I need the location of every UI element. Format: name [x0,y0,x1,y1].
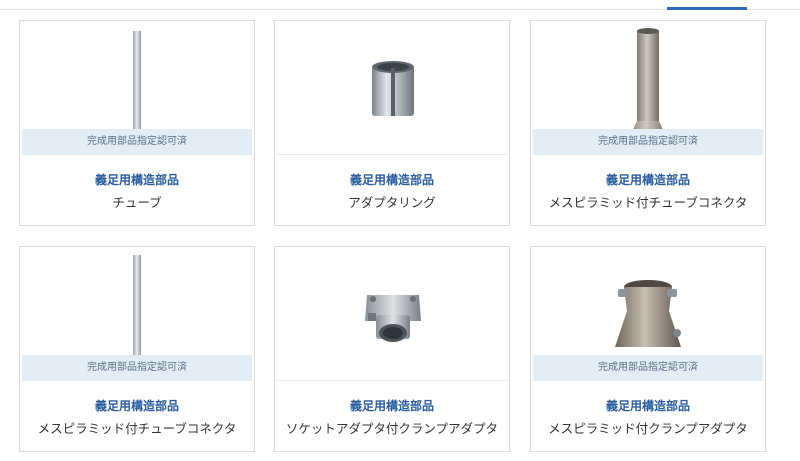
product-category[interactable]: 義足用構造部品 [275,397,509,414]
product-card[interactable]: 完成用部品指定認可済 義足用構造部品 チューブ [19,20,255,226]
certification-label: 完成用部品指定認可済 [533,355,763,380]
product-card[interactable]: 完成用部品指定認可済 義足用構造部品 メスピラミッド付チューブコネクタ [530,20,766,226]
socket-clamp-adapter-icon [365,295,421,342]
divider [533,380,763,381]
product-image[interactable] [275,247,509,381]
certification-label: 完成用部品指定認可済 [22,129,252,154]
certification-label: 完成用部品指定認可済 [533,129,763,154]
divider [533,154,763,155]
product-card[interactable]: 完成用部品指定認可済 義足用構造部品 メスピラミッド付クランプアダプタ [530,246,766,452]
product-card[interactable]: 義足用構造部品 アダプタリング [274,20,510,226]
product-name[interactable]: チューブ [20,192,254,211]
product-name[interactable]: メスピラミッド付クランプアダプタ [531,418,765,437]
certification-label: 完成用部品指定認可済 [22,355,252,380]
divider [277,380,507,381]
divider [277,154,507,155]
product-name[interactable]: メスピラミッド付チューブコネクタ [531,192,765,211]
product-category[interactable]: 義足用構造部品 [20,171,254,188]
adapter-ring-icon [372,61,414,116]
product-card[interactable]: 完成用部品指定認可済 義足用構造部品 メスピラミッド付チューブコネクタ [19,246,255,452]
active-tab-indicator [667,7,747,10]
product-name[interactable]: ソケットアダプタ付クランプアダプタ [275,418,509,437]
product-category[interactable]: 義足用構造部品 [531,171,765,188]
divider [22,380,252,381]
product-image[interactable] [275,21,509,155]
product-name[interactable]: メスピラミッド付チューブコネクタ [20,418,254,437]
product-name[interactable]: アダプタリング [275,192,509,211]
product-category[interactable]: 義足用構造部品 [531,397,765,414]
product-card[interactable]: 義足用構造部品 ソケットアダプタ付クランプアダプタ [274,246,510,452]
product-category[interactable]: 義足用構造部品 [275,171,509,188]
divider [22,154,252,155]
product-category[interactable]: 義足用構造部品 [20,397,254,414]
